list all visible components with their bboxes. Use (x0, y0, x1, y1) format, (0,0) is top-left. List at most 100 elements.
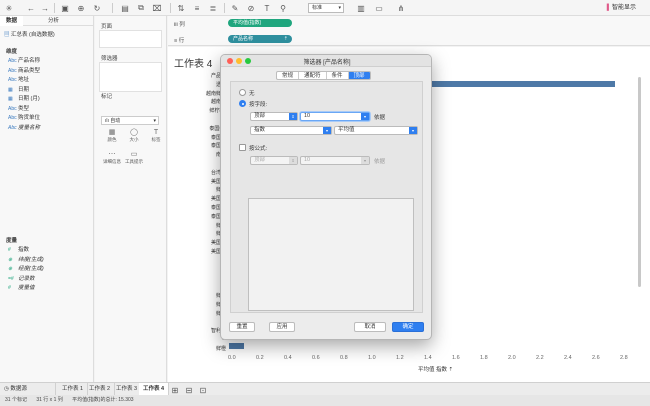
by-formula-checkbox[interactable] (239, 144, 246, 151)
apply-button[interactable]: 应用 (269, 322, 295, 332)
dimension-field[interactable]: ▦ 日期 (8, 86, 29, 94)
pages-shelf[interactable] (99, 30, 162, 48)
mark-button[interactable]: ⋯ 详细信息 (103, 150, 121, 166)
dimension-field[interactable]: Abc地址 (8, 76, 29, 84)
by-field-aggregation-select[interactable]: 平均值 ▾ (334, 126, 418, 135)
toolbar: ✳ ← → ▣ ⊕ ↻ ▤ ⧉ ⌧ ⇅ ≡ ≣ ✎ ⊘ T ⚲ 标准 ▾ ▥ ▭ … (0, 0, 650, 16)
by-field-direction-select[interactable]: 顶部 ⇕ (250, 112, 298, 121)
dimension-field[interactable]: Abc购货单位 (8, 114, 40, 122)
radio-by-field-label: 按字段: (249, 102, 268, 108)
mark-button-label: 标签 (151, 137, 161, 142)
field-label: 经度(生成) (18, 266, 44, 272)
mark-button[interactable]: ▭ 工具提示 (125, 150, 143, 166)
dimension-field[interactable]: Abc度量名称 (8, 124, 40, 132)
duplicate-icon[interactable]: ⧉ (136, 3, 146, 13)
pin-icon[interactable]: ⚲ (278, 3, 288, 13)
swap-icon[interactable]: ⇅ (176, 3, 186, 13)
status-marks: 31 个标记 (5, 397, 27, 403)
mark-button-icon: ▦ (108, 129, 116, 136)
dialog-tab[interactable]: 条件 (327, 72, 349, 79)
rows-pill[interactable]: 产品名称 ⇡ (228, 35, 292, 43)
formula-editor[interactable] (248, 198, 414, 311)
clear-sheet-icon[interactable]: ⌧ (152, 3, 162, 13)
new-datasource-icon[interactable]: ⊕ (76, 3, 86, 13)
x-tick-label: 1.2 (396, 355, 404, 361)
redo-icon[interactable]: → (40, 3, 50, 13)
measure-field[interactable]: ⊕ 纬度(生成) (8, 256, 44, 264)
reset-button[interactable]: 重置 (229, 322, 255, 332)
field-label: 指数 (18, 247, 30, 253)
dialog-tab[interactable]: 常规 (277, 72, 300, 79)
mark-button-label: 颜色 (107, 137, 117, 142)
share-icon[interactable]: ⋔ (396, 3, 406, 13)
marks-type-select[interactable]: ılı 自动 ▾ (101, 116, 159, 125)
top-tab-panel: 无 按字段: 顶部 ⇕ 10 ▾ 依据 指数 ▾ 平均值 ▾ 按公式: 顶部 ⇕ 10 ▾ … (230, 81, 423, 313)
undo-icon[interactable]: ← (26, 3, 36, 13)
mark-button-icon: ▭ (130, 151, 138, 158)
field-label: 日期 (月) (18, 96, 40, 102)
ok-button[interactable]: 确定 (392, 322, 424, 332)
fit-select[interactable]: 标准 ▾ (308, 3, 344, 13)
pause-updates-icon[interactable]: ↻ (92, 3, 102, 13)
dialog-tab[interactable]: 顶部 (348, 72, 370, 79)
x-tick-label: 2.8 (620, 355, 628, 361)
tableau-logo-icon[interactable]: ✳ (4, 3, 14, 13)
x-tick-label: 1.8 (480, 355, 488, 361)
by-formula-direction-select[interactable]: 顶部 ⇕ (250, 156, 298, 165)
bar-bottom[interactable] (229, 343, 244, 349)
field-type-icon: Abc (8, 124, 17, 131)
by-field-by-label: 依据 (374, 115, 386, 121)
mark-button[interactable]: ▦ 颜色 (103, 128, 121, 144)
show-me-button[interactable]: ▐ 智能显示 (605, 3, 636, 13)
labels-icon[interactable]: T (262, 3, 272, 13)
measure-field[interactable]: =# 记录数 (8, 275, 35, 283)
by-formula-count-select[interactable]: 10 ▾ (300, 156, 370, 165)
measure-field[interactable]: # 指数 (8, 246, 29, 254)
dialog-titlebar: 筛选器 [产品名称] (221, 55, 431, 67)
field-type-icon: Abc (8, 115, 17, 121)
category-label[interactable]: 鲜橙 (216, 345, 226, 352)
vertical-scrollbar[interactable] (638, 77, 641, 287)
dimension-field[interactable]: ▦ 日期 (月) (8, 95, 40, 103)
sort-desc-icon[interactable]: ≣ (208, 3, 218, 13)
dimension-field[interactable]: Abc商品类型 (8, 67, 40, 75)
field-type-icon: Abc (8, 67, 17, 74)
measure-field[interactable]: ⊕ 经度(生成) (8, 265, 44, 273)
field-label: 商品类型 (18, 67, 41, 74)
show-cards-icon[interactable]: ▥ (356, 3, 366, 13)
new-dashboard-icon[interactable]: ⊟ (184, 385, 194, 395)
by-field-count-select[interactable]: 10 ▾ (300, 112, 370, 121)
filters-shelf[interactable] (99, 62, 162, 92)
dialog-tab[interactable]: 通配符 (299, 72, 327, 79)
database-icon: ▤ (4, 32, 12, 38)
tab-analysis[interactable]: 分析 (42, 16, 65, 26)
datasource-item[interactable]: ▤ 汇总表 (自选数据) (4, 30, 55, 38)
columns-pill[interactable]: 平均值(指数) (228, 19, 292, 27)
save-icon[interactable]: ▣ (60, 3, 70, 13)
dimension-field[interactable]: Abc产品名称 (8, 57, 40, 65)
status-bar: 31 个标记 31 行 x 1 列 平均值(指数)的总计: 15.303 (0, 395, 650, 406)
new-worksheet-icon[interactable]: ▤ (120, 3, 130, 13)
measure-field[interactable]: # 度量值 (8, 284, 35, 292)
columns-shelf-label: iii 列 (174, 22, 185, 28)
radio-none[interactable] (239, 89, 246, 96)
cancel-button[interactable]: 取消 (354, 322, 386, 332)
group-icon[interactable]: ⊘ (246, 3, 256, 13)
by-field-field-select[interactable]: 指数 ▾ (250, 126, 332, 135)
field-label: 购货单位 (18, 115, 41, 121)
x-tick-label: 0.6 (312, 355, 320, 361)
sort-asc-icon[interactable]: ≡ (192, 3, 202, 13)
tab-data[interactable]: 数据 (0, 16, 24, 26)
dimension-field[interactable]: Abc类型 (8, 105, 29, 113)
x-tick-label: 2.4 (564, 355, 572, 361)
field-type-icon: ▦ (8, 86, 13, 93)
field-label: 度量值 (18, 285, 35, 291)
presentation-icon[interactable]: ▭ (374, 3, 384, 13)
mark-button[interactable]: ◯ 大小 (125, 128, 143, 144)
new-sheet-icon[interactable]: ⊞ (170, 385, 180, 395)
highlight-icon[interactable]: ✎ (230, 3, 240, 13)
marks-card-title: 标记 (101, 94, 113, 100)
radio-by-field[interactable] (239, 100, 246, 107)
new-story-icon[interactable]: ⊡ (198, 385, 208, 395)
mark-button[interactable]: T 标签 (147, 128, 165, 144)
